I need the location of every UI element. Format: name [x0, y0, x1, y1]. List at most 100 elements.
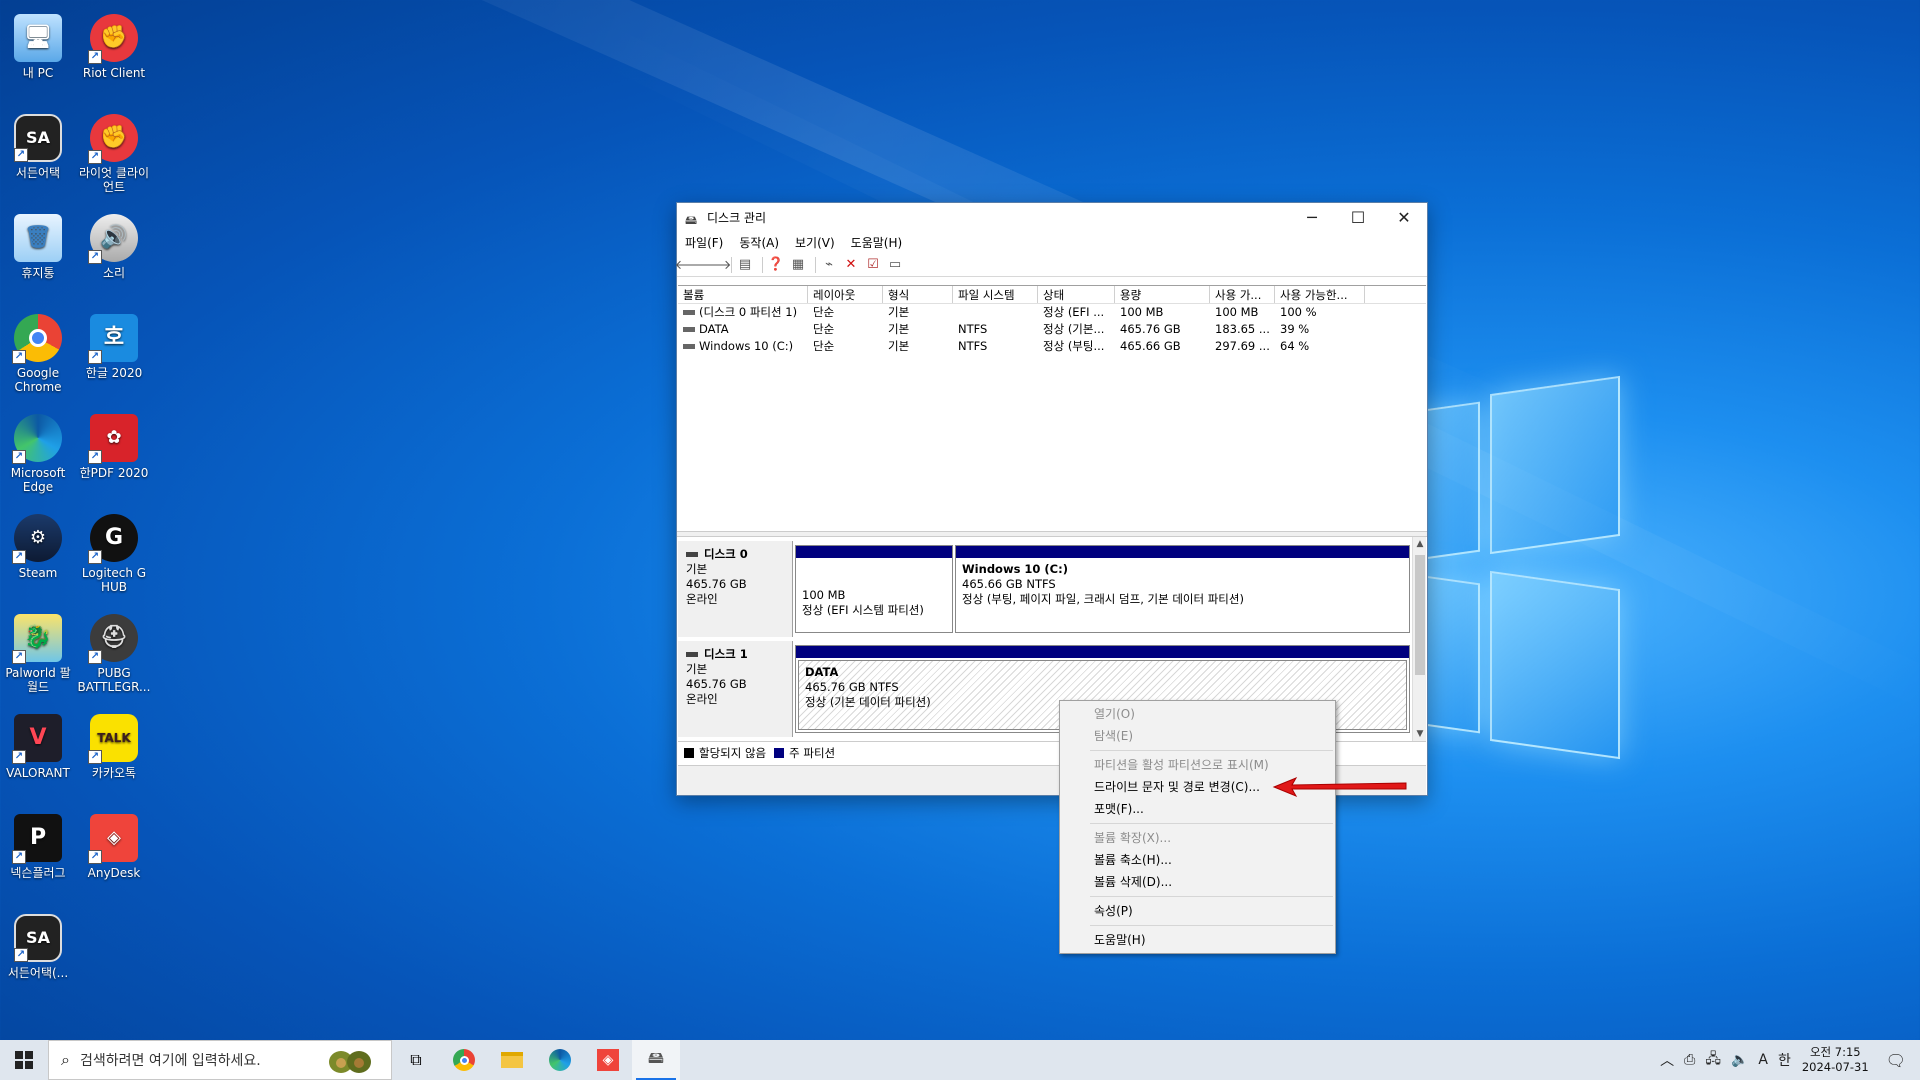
desktop-icon-anydesk[interactable]: ◈ ↗ AnyDesk	[76, 808, 152, 880]
desktop-icon-palworld[interactable]: 🐉 ↗ Palworld 팔월드	[0, 608, 76, 694]
volume-icon	[683, 327, 695, 332]
col-capacity[interactable]: 용량	[1115, 286, 1210, 303]
partition-windows-c[interactable]: Windows 10 (C:) 465.66 GB NTFS 정상 (부팅, 페…	[955, 545, 1410, 633]
table-row[interactable]: Windows 10 (C:) 단순 기본 NTFS 정상 (부팅... 465…	[678, 338, 1426, 355]
valorant-icon: V ↗	[12, 714, 62, 764]
desktop-icon-logitech[interactable]: G ↗ Logitech G HUB	[76, 508, 152, 594]
taskbar-anydesk[interactable]: ◈	[584, 1040, 632, 1080]
connect-icon[interactable]: ⌁	[820, 256, 838, 274]
maximize-button[interactable]: ☐	[1335, 203, 1381, 231]
windows-start-icon	[15, 1051, 33, 1069]
volume-list: 볼륨 레이아웃 형식 파일 시스템 상태 용량 사용 가... 사용 가능한..…	[678, 285, 1426, 531]
menu-item-delete-volume[interactable]: 볼륨 삭제(D)...	[1060, 871, 1335, 893]
disk-management-icon: 🖴	[647, 1047, 665, 1067]
desktop-icon-hangul[interactable]: 호 ↗ 한글 2020	[76, 308, 152, 380]
desktop-icon-kakaotalk[interactable]: TALK ↗ 카카오톡	[76, 708, 152, 780]
properties-pane-icon[interactable]: ▦	[789, 256, 807, 274]
taskbar-edge[interactable]	[536, 1040, 584, 1080]
device-icon[interactable]: ⎙	[1684, 1052, 1695, 1068]
clock[interactable]: 오전 7:15 2024-07-31	[1802, 1045, 1869, 1075]
desktop-icon-riot-client[interactable]: ✊ ↗ Riot Client	[76, 8, 152, 80]
language-indicator[interactable]: 한	[1778, 1050, 1791, 1070]
hangul-icon: 호 ↗	[88, 314, 138, 364]
chevron-up-icon[interactable]: ︿	[1660, 1050, 1674, 1070]
desktop-icon-recycle-bin[interactable]: 🗑 휴지통	[0, 208, 76, 280]
col-filesystem[interactable]: 파일 시스템	[953, 286, 1038, 303]
desktop-icon-this-pc[interactable]: 🖥 내 PC	[0, 8, 76, 80]
ime-mode-indicator[interactable]: A	[1758, 1052, 1768, 1068]
partition-efi[interactable]: 100 MB 정상 (EFI 시스템 파티션)	[795, 545, 953, 633]
menu-view[interactable]: 보기(V)	[795, 234, 835, 251]
desktop-icon-sound[interactable]: 🔊 ↗ 소리	[76, 208, 152, 280]
steam-icon: ⚙ ↗	[12, 514, 62, 564]
menu-help[interactable]: 도움말(H)	[851, 234, 903, 251]
volume-icon	[683, 310, 695, 315]
network-icon[interactable]: 🖧	[1705, 1048, 1721, 1072]
menu-item-open: 열기(O)	[1094, 707, 1135, 721]
col-layout[interactable]: 레이아웃	[808, 286, 883, 303]
menu-action[interactable]: 동작(A)	[739, 234, 779, 251]
window-title: 디스크 관리	[707, 210, 767, 225]
taskbar: ⌕ 검색하려면 여기에 입력하세요. ⧉ ◈ 🖴 ︿ ⎙ 🖧 🔈 A 한 오전 …	[0, 1040, 1920, 1080]
menu-item-properties[interactable]: 속성(P)	[1060, 900, 1335, 922]
desktop-icon-chrome[interactable]: ↗ Google Chrome	[0, 308, 76, 394]
taskbar-disk-management[interactable]: 🖴	[632, 1040, 680, 1080]
volume-icon[interactable]: 🔈	[1731, 1052, 1748, 1068]
nexon-plug-icon: P ↗	[12, 814, 62, 864]
menu-bar: 파일(F) 동작(A) 보기(V) 도움말(H)	[677, 231, 1427, 253]
console-tree-icon[interactable]: ▤	[736, 256, 754, 274]
desktop-icon-steam[interactable]: ⚙ ↗ Steam	[0, 508, 76, 580]
menu-item-format[interactable]: 포맷(F)...	[1060, 798, 1335, 820]
system-tray: ︿ ⎙ 🖧 🔈 A 한 오전 7:15 2024-07-31 🗨	[1655, 1040, 1920, 1080]
riot-client-icon: ✊ ↗	[88, 114, 138, 164]
volume-icon	[683, 344, 695, 349]
col-percent-free[interactable]: 사용 가능한...	[1275, 286, 1365, 303]
taskbar-chrome[interactable]	[440, 1040, 488, 1080]
col-free-space[interactable]: 사용 가...	[1210, 286, 1275, 303]
menu-item-shrink-volume[interactable]: 볼륨 축소(H)...	[1060, 849, 1335, 871]
taskbar-file-explorer[interactable]	[488, 1040, 536, 1080]
menu-item-extend-volume: 볼륨 확장(X)...	[1094, 831, 1172, 845]
disk-info-1[interactable]: 디스크 1 기본 465.76 GB 온라인	[678, 641, 793, 737]
forward-arrow-icon[interactable]: 🡒	[697, 256, 732, 274]
desktop-icon-sudden-attack[interactable]: SA ↗ 서든어택	[0, 108, 76, 180]
desktop-icon-edge[interactable]: ↗ Microsoft Edge	[0, 408, 76, 494]
disk-name: 디스크 1	[704, 647, 748, 661]
disk-info-0[interactable]: 디스크 0 기본 465.76 GB 온라인	[678, 541, 793, 637]
col-volume[interactable]: 볼륨	[678, 286, 808, 303]
scroll-down-icon[interactable]: ▼	[1413, 729, 1427, 739]
close-button[interactable]: ✕	[1381, 203, 1427, 231]
disk-pane-scrollbar[interactable]: ▲ ▼	[1412, 537, 1426, 741]
table-row[interactable]: DATA 단순 기본 NTFS 정상 (기본... 465.76 GB 183.…	[678, 321, 1426, 338]
desktop-icon-valorant[interactable]: V ↗ VALORANT	[0, 708, 76, 780]
scroll-up-icon[interactable]: ▲	[1413, 539, 1427, 549]
menu-item-help[interactable]: 도움말(H)	[1060, 929, 1335, 951]
chrome-icon: ↗	[12, 314, 62, 364]
taskbar-search-box[interactable]: ⌕ 검색하려면 여기에 입력하세요.	[48, 1040, 392, 1080]
desktop-icon-riot-client-kr[interactable]: ✊ ↗ 라이엇 클라이언트	[76, 108, 152, 194]
toolbar: 🡐 🡒 ▤ ❓ ▦ ⌁ ✕ ☑ ▭	[675, 253, 1427, 277]
sound-icon: 🔊 ↗	[88, 214, 138, 264]
minimize-button[interactable]: ─	[1289, 203, 1335, 231]
col-type[interactable]: 형식	[883, 286, 953, 303]
recycle-bin-icon: 🗑	[14, 214, 62, 262]
hanpdf-icon: ✿ ↗	[88, 414, 138, 464]
delete-icon[interactable]: ✕	[842, 256, 860, 274]
start-button[interactable]	[0, 1040, 48, 1080]
desktop-icon-hanpdf[interactable]: ✿ ↗ 한PDF 2020	[76, 408, 152, 480]
list-icon[interactable]: ▭	[886, 256, 904, 274]
scrollbar-thumb[interactable]	[1415, 555, 1425, 675]
primary-partition-swatch	[774, 747, 785, 758]
menu-file[interactable]: 파일(F)	[685, 234, 723, 251]
table-row[interactable]: (디스크 0 파티션 1) 단순 기본 정상 (EFI ... 100 MB 1…	[678, 304, 1426, 321]
desktop-icon-pubg[interactable]: ⛑ ↗ PUBG BATTLEGR...	[76, 608, 152, 694]
notification-icon[interactable]: 🗨	[1886, 1051, 1906, 1070]
disk-icon	[686, 552, 698, 557]
help-icon[interactable]: ❓	[767, 256, 785, 274]
title-bar[interactable]: 🖴 디스크 관리 ─ ☐ ✕	[677, 203, 1427, 231]
desktop-icon-sudden-attack-2[interactable]: SA ↗ 서든어택(...	[0, 908, 76, 980]
task-view-button[interactable]: ⧉	[392, 1040, 440, 1080]
check-icon[interactable]: ☑	[864, 256, 882, 274]
desktop-icon-nexon-plug[interactable]: P ↗ 넥슨플러그	[0, 808, 76, 880]
col-status[interactable]: 상태	[1038, 286, 1115, 303]
